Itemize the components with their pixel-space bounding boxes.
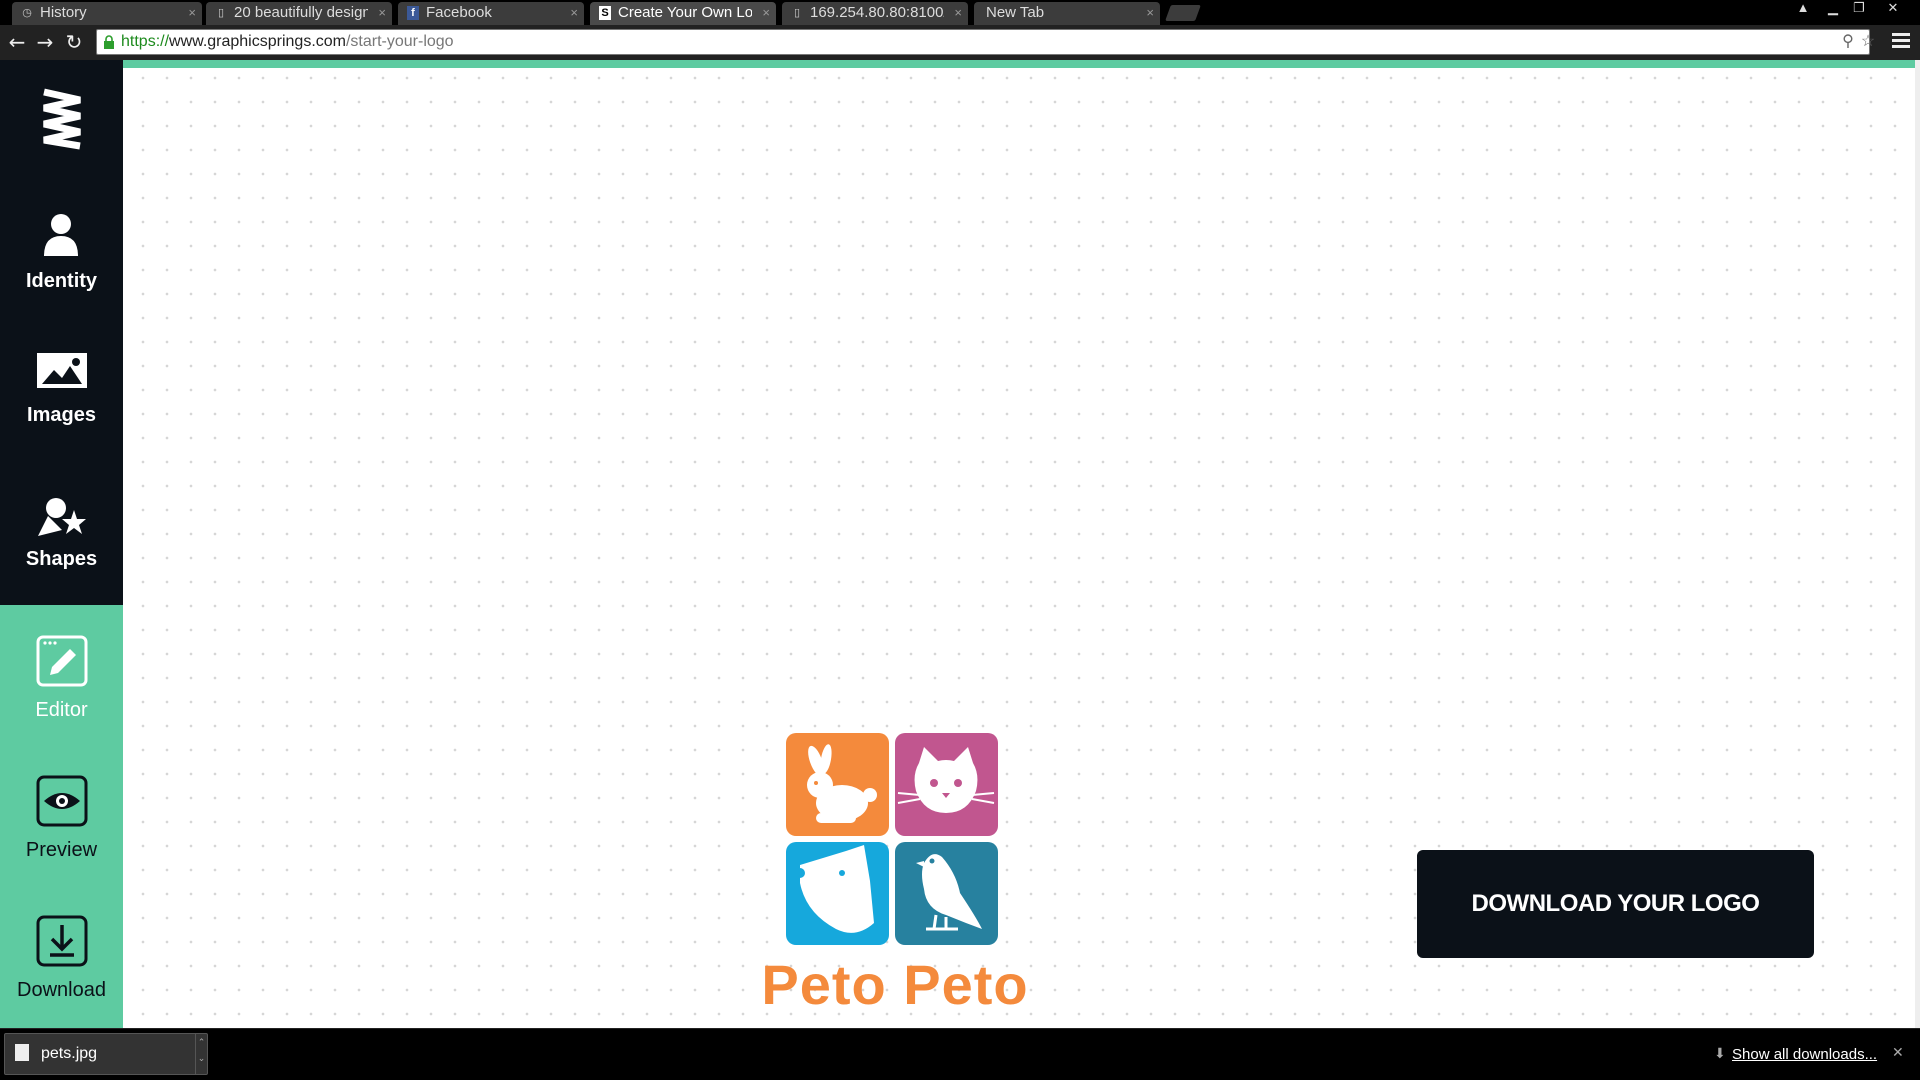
tab-create-your-own-logo[interactable]: S Create Your Own Lo × (590, 2, 776, 25)
download-arrow-icon: ⬇ (1714, 1045, 1726, 1061)
download-logo-button[interactable]: DOWNLOAD YOUR LOGO (1417, 850, 1814, 958)
show-all-downloads-link[interactable]: Show all downloads... (1732, 1046, 1877, 1063)
sidebar-item-label: Shapes (25, 548, 98, 570)
dog-tile (786, 842, 889, 945)
edit-icon (36, 635, 88, 687)
minimize-icon[interactable]: ▁ (1820, 0, 1846, 17)
facebook-icon: f (407, 6, 419, 20)
download-file-name: pets.jpg (41, 1045, 98, 1062)
download-item[interactable]: pets.jpg ⌃ ⌄ (4, 1033, 208, 1075)
rabbit-tile (786, 733, 889, 836)
accent-bar (123, 60, 1920, 68)
url-host: www.graphicsprings.com (169, 33, 346, 50)
close-icon[interactable]: × (188, 2, 196, 24)
close-icon[interactable]: × (1146, 2, 1154, 24)
page-icon: ▯ (217, 7, 225, 19)
zoom-icon[interactable]: ⚲ (1839, 33, 1857, 51)
sidebar-active-section: Editor Preview Download (0, 605, 123, 1028)
back-icon[interactable]: ← (6, 31, 28, 53)
profile-icon[interactable]: ▲ (1790, 0, 1816, 17)
close-icon[interactable]: × (570, 2, 578, 24)
sidebar-item-label: Preview (25, 839, 98, 861)
sidebar: Identity Images Shapes Editor Preview Do… (0, 60, 123, 1028)
sidebar-item-label: Images (27, 404, 96, 426)
logo-mark[interactable] (786, 733, 998, 945)
tab-title: New Tab (986, 4, 1045, 21)
window-close-icon[interactable]: ✕ (1880, 0, 1906, 17)
reload-icon[interactable]: ↻ (63, 31, 85, 53)
person-icon (44, 214, 78, 256)
tab-facebook[interactable]: f Facebook × (398, 2, 584, 25)
close-icon[interactable]: ✕ (1892, 1044, 1904, 1061)
graphicsprings-icon: S (599, 6, 611, 20)
logo-brand-name[interactable]: Peto Peto (700, 955, 1090, 1015)
sidebar-item-images[interactable]: Images (0, 352, 123, 482)
close-icon[interactable]: × (954, 2, 962, 24)
lock-icon (104, 35, 114, 49)
page-icon: ▯ (793, 7, 801, 19)
address-bar[interactable]: https://www.graphicsprings.com/start-you… (96, 29, 1875, 55)
sidebar-item-label: Download (17, 979, 106, 1001)
tab-title: 169.254.80.80:8100/ (810, 4, 944, 21)
sidebar-item-label: Identity (25, 270, 98, 292)
sidebar-item-download[interactable]: Download (0, 915, 123, 1045)
bird-tile (895, 842, 998, 945)
browser-tab-strip: ◷ History × ▯ 20 beautifully design × f … (0, 0, 1920, 25)
tab-title: 20 beautifully design (234, 4, 368, 21)
scrollbar[interactable] (1915, 60, 1920, 1028)
cat-tile (895, 733, 998, 836)
forward-icon[interactable]: → (34, 31, 56, 53)
download-icon (36, 915, 88, 967)
tab-new-tab[interactable]: New Tab × (974, 2, 1160, 25)
shapes-icon (38, 498, 86, 536)
chrome-menu-icon[interactable] (1892, 33, 1910, 51)
graphicsprings-logo[interactable] (40, 86, 84, 152)
browser-toolbar: ← → ↻ https://www.graphicsprings.com/sta… (0, 25, 1920, 60)
eye-icon (36, 775, 88, 827)
sidebar-item-preview[interactable]: Preview (0, 775, 123, 905)
tab-title: Create Your Own Lo (618, 4, 752, 21)
tab-title: Facebook (426, 4, 492, 21)
tab-title: History (40, 4, 87, 21)
new-tab-button[interactable] (1165, 5, 1201, 21)
bookmark-star-icon[interactable]: ☆ (1859, 33, 1877, 51)
close-icon[interactable]: × (378, 2, 386, 24)
tab-history[interactable]: ◷ History × (12, 2, 202, 25)
history-icon: ◷ (22, 7, 32, 19)
url-path: /start-your-logo (345, 33, 454, 50)
sidebar-item-label: Editor (35, 699, 88, 721)
tab-local-server[interactable]: ▯ 169.254.80.80:8100/ × (782, 2, 968, 25)
url-scheme: https:// (121, 33, 170, 50)
tab-20-beautifully-designed[interactable]: ▯ 20 beautifully design × (206, 2, 392, 25)
restore-icon[interactable]: ❐ (1846, 0, 1872, 17)
chevron-down-icon[interactable]: ⌃ ⌄ (195, 1034, 207, 1074)
sidebar-item-identity[interactable]: Identity (0, 210, 123, 340)
url-text: https://www.graphicsprings.com/start-you… (121, 33, 454, 51)
download-shelf: pets.jpg ⌃ ⌄ ⬇ Show all downloads... ✕ (0, 1028, 1920, 1080)
file-icon (15, 1044, 29, 1061)
sidebar-item-editor[interactable]: Editor (0, 635, 123, 765)
close-icon[interactable]: × (762, 2, 770, 24)
image-icon (37, 353, 87, 388)
